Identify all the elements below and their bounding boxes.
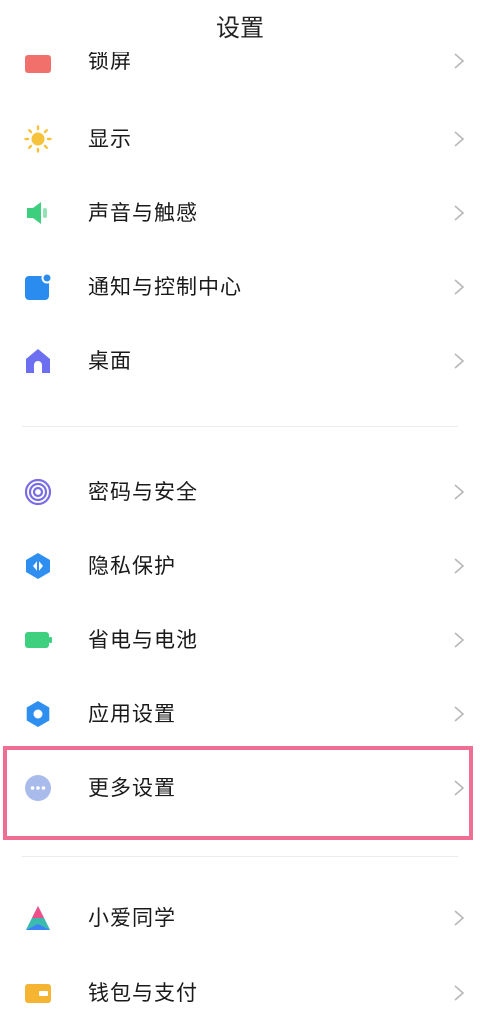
settings-row-label: 隐私保护 [88,554,176,578]
gear-icon [26,701,50,727]
privacy-shield-icon [26,553,50,579]
chevron-right-icon [454,910,465,926]
highlight-box [3,746,473,840]
settings-row-password[interactable]: 密码与安全 [0,457,480,527]
lock-screen-icon [25,55,51,73]
settings-row-label: 桌面 [88,349,132,373]
settings-row-notifications[interactable]: 通知与控制中心 [0,252,480,322]
speaker-icon [27,202,47,224]
chevron-right-icon [454,279,465,295]
settings-row-privacy[interactable]: 隐私保护 [0,531,480,601]
xiaoai-icon [26,906,50,930]
settings-row-label: 显示 [88,127,132,151]
settings-row-label: 钱包与支付 [88,981,198,1005]
settings-row-apps[interactable]: 应用设置 [0,679,480,749]
settings-row-home[interactable]: 桌面 [0,326,480,396]
chevron-right-icon [454,353,465,369]
page-title: 设置 [216,14,264,42]
chevron-right-icon [454,706,465,722]
section-divider [22,426,458,427]
settings-row-sound[interactable]: 声音与触感 [0,178,480,248]
settings-row-label: 密码与安全 [88,480,198,504]
notification-icon [25,273,52,300]
settings-row-label: 声音与触感 [88,201,198,225]
settings-row-battery[interactable]: 省电与电池 [0,605,480,675]
chevron-right-icon [454,985,465,1001]
settings-row-display[interactable]: 显示 [0,104,480,174]
chevron-right-icon [454,632,465,648]
settings-row-xiaoai[interactable]: 小爱同学 [0,883,480,953]
settings-row-label: 通知与控制中心 [88,275,242,299]
settings-row-lockscreen[interactable]: 锁屏 [0,52,480,82]
settings-row-label: 省电与电池 [88,628,198,652]
fingerprint-icon [24,478,52,506]
battery-icon [25,632,52,648]
chevron-right-icon [454,131,465,147]
chevron-right-icon [454,205,465,221]
chevron-right-icon [454,558,465,574]
home-icon [26,349,50,373]
section-divider [22,856,458,857]
settings-row-label: 小爱同学 [88,906,176,930]
chevron-right-icon [454,484,465,500]
settings-row-label: 锁屏 [88,52,132,73]
chevron-right-icon [454,53,465,69]
settings-row-label: 应用设置 [88,702,176,726]
sun-icon [24,125,52,153]
wallet-icon [25,984,51,1003]
settings-row-wallet[interactable]: 钱包与支付 [0,958,480,1028]
